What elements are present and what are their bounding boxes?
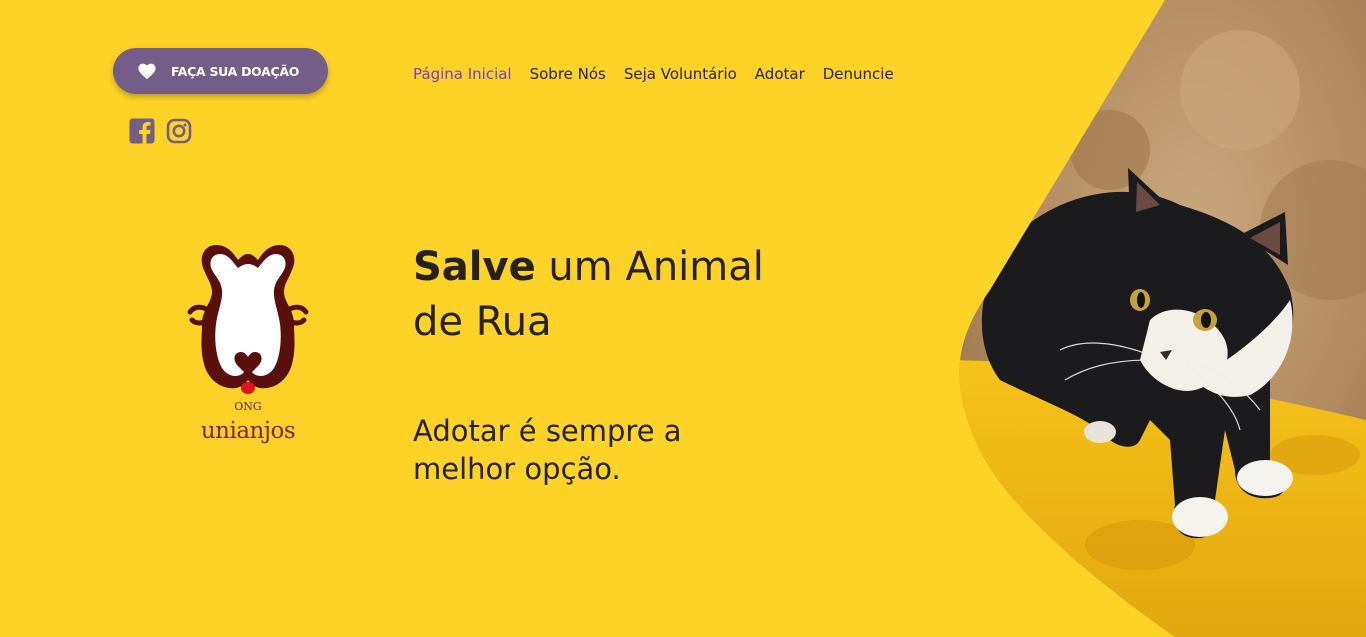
donate-button-label: FAÇA SUA DOAÇÃO: [171, 63, 300, 79]
hero-headline: Salve um Animal de Rua: [413, 240, 773, 350]
nav-item-denuncie[interactable]: Denuncie: [823, 65, 894, 83]
bone-dog-logo-icon: [187, 245, 309, 394]
main-nav: Página Inicial Sobre Nós Seja Voluntário…: [413, 65, 894, 83]
heart-icon: [138, 63, 156, 80]
nav-item-adotar[interactable]: Adotar: [755, 65, 805, 83]
nav-item-seja-voluntario[interactable]: Seja Voluntário: [624, 65, 737, 83]
nav-item-sobre-nos[interactable]: Sobre Nós: [530, 65, 606, 83]
social-links: [129, 118, 192, 144]
page: FAÇA SUA DOAÇÃO Página Inicial Sobre Nós…: [0, 0, 1366, 637]
hero-headline-bold: Salve: [413, 244, 536, 290]
donate-button[interactable]: FAÇA SUA DOAÇÃO: [113, 48, 328, 94]
ong-logo: ONG unianjos: [186, 240, 310, 456]
facebook-icon[interactable]: [129, 118, 155, 144]
logo-ong-text: ONG: [234, 400, 262, 413]
nav-item-pagina-inicial[interactable]: Página Inicial: [413, 65, 512, 83]
hero-subline: Adotar é sempre a melhor opção.: [413, 414, 682, 486]
instagram-icon[interactable]: [166, 118, 192, 144]
logo-name-text: unianjos: [200, 418, 296, 444]
